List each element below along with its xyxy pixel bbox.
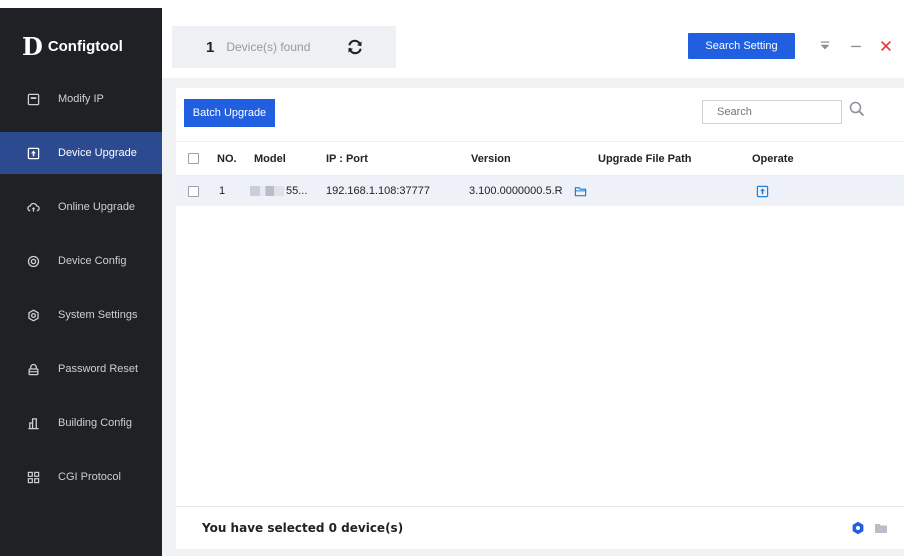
grid-icon xyxy=(26,470,40,484)
sidebar-item-device-upgrade[interactable]: Device Upgrade xyxy=(0,132,162,174)
sidebar-item-building-config[interactable]: Building Config xyxy=(0,402,162,444)
row-version: 3.100.0000000.5.R xyxy=(469,185,563,197)
building-icon xyxy=(26,416,40,430)
main-area: 1 Device(s) found Search Setting Batch U… xyxy=(162,8,904,556)
sidebar-item-label: Device Upgrade xyxy=(58,147,137,159)
sidebar: D Configtool Modify IP Device Upgrade On… xyxy=(0,8,162,556)
cloud-upgrade-icon xyxy=(26,200,40,214)
upgrade-icon xyxy=(26,146,40,160)
sidebar-item-modify-ip[interactable]: Modify IP xyxy=(0,78,162,120)
minimize-icon[interactable] xyxy=(848,38,864,54)
sidebar-item-label: System Settings xyxy=(58,309,138,321)
search-input[interactable] xyxy=(702,100,842,124)
search-icon[interactable] xyxy=(848,100,866,118)
sidebar-item-label: CGI Protocol xyxy=(58,471,121,483)
sidebar-item-label: Device Config xyxy=(58,255,127,267)
app-title: Configtool xyxy=(47,38,123,55)
checkbox-box[interactable] xyxy=(188,153,199,164)
column-header-upgrade-file-path: Upgrade File Path xyxy=(598,152,692,165)
redacted-model-block xyxy=(250,186,284,196)
column-header-ip-port: IP : Port xyxy=(326,152,368,165)
device-upgrade-panel: Batch Upgrade NO. Model IP : Port Versio… xyxy=(176,88,904,549)
column-header-model: Model xyxy=(254,152,286,165)
column-header-version: Version xyxy=(471,152,511,165)
row-ip-port: 192.168.1.108:37777 xyxy=(326,185,430,197)
filter-icon[interactable] xyxy=(817,38,833,54)
logo-mark: D xyxy=(22,32,43,61)
sidebar-item-label: Password Reset xyxy=(58,363,139,375)
batch-upgrade-button[interactable]: Batch Upgrade xyxy=(184,99,275,127)
sidebar-item-online-upgrade[interactable]: Online Upgrade xyxy=(0,186,162,228)
row-upgrade-icon[interactable] xyxy=(756,176,769,206)
app-logo: D Configtool xyxy=(22,32,123,61)
settings-icon xyxy=(26,308,40,322)
row-no: 1 xyxy=(219,185,226,197)
footer-bar: You have selected 0 device(s) xyxy=(176,506,904,549)
table-header: NO. Model IP : Port Version Upgrade File… xyxy=(176,141,904,176)
window-top-edge xyxy=(0,0,904,8)
column-header-no: NO. xyxy=(217,152,237,165)
row-checkbox[interactable] xyxy=(188,176,199,206)
sidebar-item-password-reset[interactable]: Password Reset xyxy=(0,348,162,390)
sidebar-item-label: Online Upgrade xyxy=(58,201,136,213)
refresh-icon[interactable] xyxy=(346,38,364,56)
app-window: D Configtool Modify IP Device Upgrade On… xyxy=(0,0,904,556)
select-all-checkbox[interactable] xyxy=(188,142,199,175)
search-setting-button[interactable]: Search Setting xyxy=(688,33,795,59)
checkbox-box[interactable] xyxy=(188,185,199,197)
sidebar-item-device-config[interactable]: Device Config xyxy=(0,240,162,282)
config-icon xyxy=(26,254,40,268)
sidebar-item-label: Building Config xyxy=(58,417,132,429)
device-count: 1 xyxy=(206,38,215,56)
close-icon[interactable] xyxy=(878,38,894,54)
device-found-label: Device(s) found xyxy=(226,40,311,54)
selected-count-text: You have selected 0 device(s) xyxy=(202,521,404,535)
device-found-box: 1 Device(s) found xyxy=(172,26,396,68)
column-header-operate: Operate xyxy=(752,152,794,165)
sidebar-item-system-settings[interactable]: System Settings xyxy=(0,294,162,336)
sidebar-item-label: Modify IP xyxy=(58,93,104,105)
ip-icon xyxy=(26,92,40,106)
top-bar: 1 Device(s) found Search Setting xyxy=(162,8,904,78)
folder-open-icon[interactable] xyxy=(574,176,587,206)
row-model: 55... xyxy=(286,185,308,197)
table-row[interactable]: 1 55... 192.168.1.108:37777 3.100.000000… xyxy=(176,176,904,206)
settings-gear-icon[interactable] xyxy=(851,521,865,535)
sidebar-item-cgi-protocol[interactable]: CGI Protocol xyxy=(0,456,162,498)
folder-icon[interactable] xyxy=(874,521,888,535)
lock-icon xyxy=(26,362,40,376)
row-model-cell: 55... xyxy=(250,176,307,206)
